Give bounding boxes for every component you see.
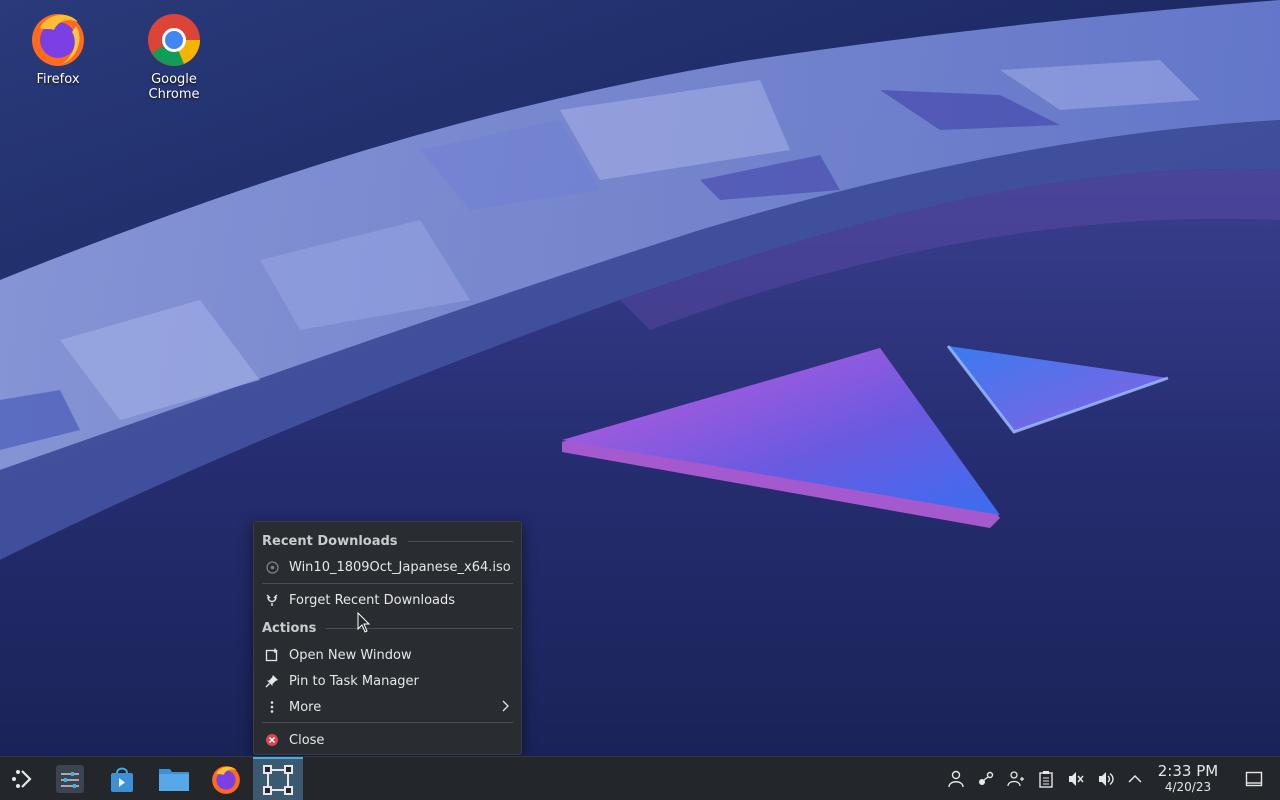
file-icon bbox=[265, 560, 279, 574]
menu-divider bbox=[262, 583, 513, 584]
clock-time: 2:33 PM bbox=[1157, 762, 1219, 780]
recent-download-item[interactable]: Win10_1809Oct_Japanese_x64.iso bbox=[258, 555, 517, 579]
firefox-icon bbox=[32, 14, 84, 66]
mute-tray-button[interactable] bbox=[1066, 769, 1086, 789]
firefox-icon bbox=[212, 765, 240, 794]
pin-to-task-manager-item[interactable]: Pin to Task Manager bbox=[258, 669, 517, 693]
mouse-cursor-icon bbox=[357, 612, 371, 633]
menu-item-label: Forget Recent Downloads bbox=[289, 592, 456, 608]
wallpaper bbox=[0, 0, 1280, 756]
volume-tray-button[interactable] bbox=[1096, 769, 1116, 789]
expand-tray-button[interactable] bbox=[1125, 769, 1145, 789]
accounts-icon bbox=[1007, 771, 1024, 787]
volume-icon bbox=[1099, 772, 1114, 786]
menu-item-label: More bbox=[289, 699, 322, 715]
overflow-menu-icon bbox=[265, 700, 279, 714]
separator bbox=[407, 540, 513, 542]
file-manager-button[interactable] bbox=[150, 757, 198, 800]
application-launcher-icon bbox=[12, 769, 32, 788]
accounts-tray-button[interactable] bbox=[1006, 769, 1026, 789]
desktop-icon-label: Firefox bbox=[36, 72, 80, 87]
user-icon bbox=[948, 770, 964, 788]
menu-item-label: Open New Window bbox=[289, 647, 412, 663]
open-new-window-item[interactable]: Open New Window bbox=[258, 643, 517, 667]
clock-date: 4/20/23 bbox=[1164, 780, 1212, 794]
close-icon bbox=[265, 733, 279, 747]
system-settings-icon bbox=[56, 764, 84, 793]
desktop-icon-chrome[interactable]: Google Chrome bbox=[124, 8, 224, 102]
taskbar: 2:33 PM 4/20/23 bbox=[0, 756, 1280, 800]
more-item[interactable]: More bbox=[258, 695, 517, 719]
desktop-icon-firefox[interactable]: Firefox bbox=[8, 8, 108, 87]
context-menu: Recent Downloads Win10_1809Oct_Japanese_… bbox=[253, 521, 522, 755]
system-settings-button[interactable] bbox=[46, 757, 94, 800]
show-desktop-button[interactable] bbox=[1244, 769, 1264, 789]
recent-downloads-header: Recent Downloads bbox=[262, 531, 513, 551]
taskbar-firefox-button[interactable] bbox=[202, 757, 250, 800]
connect-tray-button[interactable] bbox=[976, 769, 996, 789]
section-title: Actions bbox=[262, 620, 317, 636]
clear-history-icon bbox=[265, 593, 279, 607]
chevron-right-icon bbox=[502, 700, 509, 712]
file-manager-icon bbox=[159, 768, 189, 791]
menu-item-label: Pin to Task Manager bbox=[289, 673, 419, 689]
separator bbox=[326, 627, 513, 629]
mute-icon bbox=[1069, 772, 1084, 786]
desktop: Firefox Google Chrome Recent Downloads W… bbox=[0, 0, 1280, 800]
window-overview-icon bbox=[263, 764, 293, 795]
menu-divider bbox=[262, 722, 513, 723]
clipboard-icon bbox=[1039, 771, 1053, 788]
discover-store-icon bbox=[111, 767, 133, 792]
window-overview-button[interactable] bbox=[253, 757, 303, 800]
user-tray-button[interactable] bbox=[946, 769, 966, 789]
clipboard-tray-button[interactable] bbox=[1036, 769, 1056, 789]
chrome-icon bbox=[148, 14, 200, 66]
show-desktop-icon bbox=[1245, 771, 1263, 787]
new-window-icon bbox=[265, 648, 279, 662]
close-item[interactable]: Close bbox=[258, 728, 517, 752]
menu-item-label: Close bbox=[289, 732, 325, 748]
forget-recent-downloads-item[interactable]: Forget Recent Downloads bbox=[258, 588, 517, 612]
pin-icon bbox=[265, 674, 279, 688]
section-title: Recent Downloads bbox=[262, 533, 398, 549]
discover-store-button[interactable] bbox=[98, 757, 146, 800]
connect-icon bbox=[979, 771, 994, 785]
desktop-icon-label: Google Chrome bbox=[148, 72, 200, 102]
application-launcher-button[interactable] bbox=[0, 757, 44, 800]
expand-tray-icon bbox=[1128, 774, 1142, 783]
actions-header: Actions bbox=[262, 618, 513, 638]
menu-item-label: Win10_1809Oct_Japanese_x64.iso bbox=[289, 559, 511, 575]
digital-clock[interactable]: 2:33 PM 4/20/23 bbox=[1150, 762, 1226, 795]
